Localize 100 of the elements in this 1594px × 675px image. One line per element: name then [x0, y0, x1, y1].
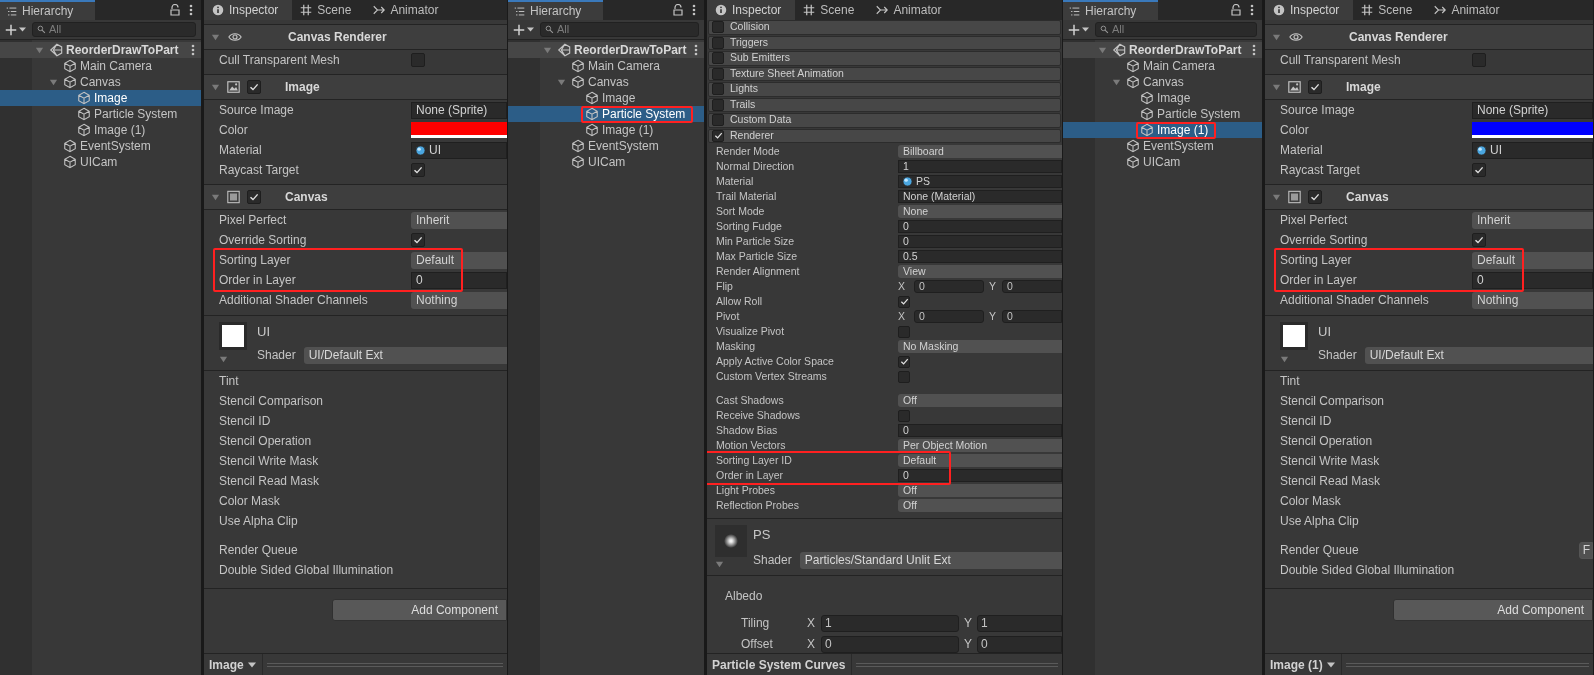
input-field[interactable]: None (Material) [898, 190, 1062, 203]
foldout-icon[interactable] [211, 32, 220, 42]
object-field[interactable]: PS [898, 175, 1062, 188]
module-row[interactable]: Renderer [708, 128, 1061, 143]
tree-item[interactable]: ReorderDrawToPart [1063, 42, 1262, 58]
foldout-icon[interactable] [715, 560, 724, 569]
object-dropdown[interactable]: Image (1) [1265, 654, 1342, 675]
foldout-icon[interactable] [1272, 32, 1281, 42]
input-field[interactable]: 0 [914, 280, 984, 293]
input-field[interactable]: 0.5 [898, 250, 1062, 263]
input-field[interactable]: 0 [898, 424, 1062, 437]
module-row[interactable]: Collision [708, 20, 1061, 35]
tree-item[interactable]: Image [0, 90, 201, 106]
input-field[interactable]: 1 [977, 614, 1062, 632]
add-button[interactable] [513, 23, 534, 36]
input-field[interactable]: 0 [821, 635, 959, 653]
input-field[interactable]: 1 [898, 160, 1062, 173]
tree-item[interactable]: EventSystem [0, 138, 201, 154]
checkbox[interactable] [898, 325, 910, 338]
input-field[interactable]: 0 [977, 635, 1062, 653]
checkbox[interactable] [712, 98, 724, 111]
module-row[interactable]: Lights [708, 82, 1061, 97]
module-row[interactable]: Triggers [708, 35, 1061, 50]
dropdown[interactable]: Nothing [1472, 291, 1593, 309]
expand-icon[interactable] [1097, 45, 1107, 55]
dropdown[interactable]: Off [898, 484, 1062, 497]
component-header[interactable]: Image [1265, 74, 1593, 100]
dropdown[interactable]: No Masking [898, 340, 1062, 353]
input-field[interactable]: 0 [1472, 271, 1593, 289]
checkbox[interactable] [1472, 163, 1486, 177]
panel-tab[interactable]: Scene [1353, 0, 1427, 20]
tree-item[interactable]: ReorderDrawToPart [508, 42, 704, 58]
object-dropdown[interactable]: Image [204, 654, 263, 675]
tree-item[interactable]: Particle System [0, 106, 201, 122]
add-button[interactable] [5, 23, 26, 36]
dropdown[interactable]: Default [898, 454, 1062, 467]
checkbox[interactable] [411, 53, 425, 67]
foldout-icon[interactable] [1272, 192, 1281, 202]
foldout-icon[interactable] [1280, 355, 1289, 364]
panel-tab[interactable]: Animator [365, 0, 453, 20]
input-field[interactable]: 0 [898, 220, 1062, 233]
tree-item[interactable]: Main Camera [508, 58, 704, 74]
dropdown[interactable]: None [898, 205, 1062, 218]
dropdown[interactable]: Per Object Motion [898, 439, 1062, 452]
dropdown[interactable]: Default [1472, 251, 1593, 269]
tree-item[interactable]: UICam [1063, 154, 1262, 170]
checkbox[interactable] [712, 129, 724, 142]
input-field[interactable]: 1 [821, 614, 959, 632]
input-field[interactable]: 0 [914, 310, 984, 323]
checkbox[interactable] [247, 80, 261, 94]
checkbox[interactable] [712, 21, 724, 34]
input-field[interactable]: None (Sprite) [411, 101, 507, 119]
expand-icon[interactable] [1111, 77, 1121, 87]
hierarchy-tab[interactable]: Hierarchy [1063, 0, 1158, 20]
checkbox[interactable] [1472, 233, 1486, 247]
checkbox[interactable] [411, 233, 425, 247]
expand-icon[interactable] [556, 77, 566, 87]
color-swatch[interactable] [411, 122, 507, 138]
tree-item[interactable]: UICam [0, 154, 201, 170]
tree-item[interactable]: Main Camera [1063, 58, 1262, 74]
panel-tab[interactable]: Inspector [707, 0, 796, 20]
tree-item[interactable]: UICam [508, 154, 704, 170]
shader-dropdown[interactable]: Particles/Standard Unlit Ext [799, 551, 1062, 569]
tree-item[interactable]: Image (1) [0, 122, 201, 138]
component-header[interactable]: Canvas Renderer [1265, 24, 1593, 50]
tree-item[interactable]: ReorderDrawToPart [0, 42, 201, 58]
checkbox[interactable] [712, 36, 724, 49]
add-button[interactable] [1068, 23, 1089, 36]
module-row[interactable]: Sub Emitters [708, 51, 1061, 66]
shader-dropdown[interactable]: UI/Default Ext [1364, 346, 1593, 364]
object-field[interactable]: UI [1472, 141, 1593, 159]
dropdown[interactable]: Nothing [411, 291, 507, 309]
panel-tab[interactable]: Scene [292, 0, 366, 20]
tree-item[interactable]: Particle System [1063, 106, 1262, 122]
dropdown[interactable]: Off [898, 499, 1062, 512]
input-field[interactable]: 0 [898, 235, 1062, 248]
checkbox[interactable] [1308, 80, 1322, 94]
foldout-icon[interactable] [1272, 82, 1281, 92]
dropdown[interactable]: Off [898, 394, 1062, 407]
dropdown[interactable]: Inherit [411, 211, 507, 229]
component-header[interactable]: Canvas [1265, 184, 1593, 210]
expand-icon[interactable] [34, 45, 44, 55]
dropdown[interactable]: Default [411, 251, 507, 269]
tree-item[interactable]: Canvas [508, 74, 704, 90]
panel-tab[interactable]: Animator [1426, 0, 1514, 20]
checkbox[interactable] [411, 163, 425, 177]
foldout-icon[interactable] [211, 192, 220, 202]
module-row[interactable]: Texture Sheet Animation [708, 66, 1061, 81]
component-header[interactable]: Canvas Renderer [204, 24, 507, 50]
module-row[interactable]: Custom Data [708, 113, 1061, 128]
foldout-icon[interactable] [211, 82, 220, 92]
panel-tab[interactable]: Animator [868, 0, 956, 20]
input-field[interactable]: 0 [411, 271, 507, 289]
checkbox[interactable] [1472, 53, 1486, 67]
checkbox[interactable] [247, 190, 261, 204]
add-component-button[interactable]: Add Component [332, 599, 507, 621]
component-header[interactable]: Image [204, 74, 507, 100]
expand-icon[interactable] [48, 77, 58, 87]
foldout-icon[interactable] [219, 355, 228, 364]
panel-tab[interactable]: Inspector [204, 0, 293, 20]
